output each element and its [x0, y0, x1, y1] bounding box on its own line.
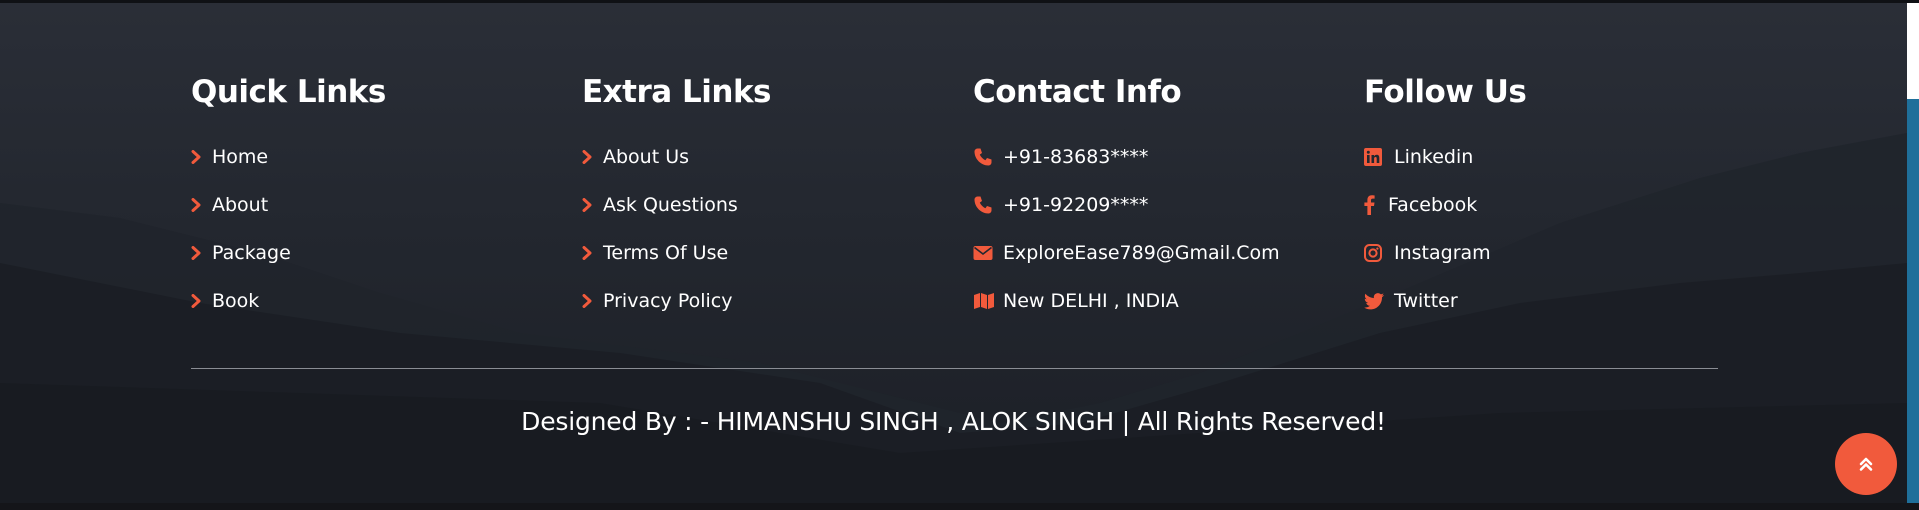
contact-email-label: ExploreEase789@Gmail.Com	[1003, 242, 1280, 264]
social-link-label: Linkedin	[1394, 146, 1474, 168]
chevron-right-icon	[191, 146, 203, 168]
contact-phone-1[interactable]: +91-83683****	[973, 133, 1280, 181]
chevron-right-icon	[191, 290, 203, 312]
chevron-right-icon	[191, 194, 203, 216]
extra-links-heading: Extra Links	[582, 74, 772, 110]
quick-links-column: Quick Links Home About Package Book	[191, 71, 386, 325]
footer-link-label: Privacy Policy	[603, 290, 733, 312]
footer-link-terms-of-use[interactable]: Terms Of Use	[582, 229, 771, 277]
phone-icon	[973, 146, 995, 168]
contact-location[interactable]: New DELHI , INDIA	[973, 277, 1280, 325]
social-link-label: Twitter	[1394, 290, 1458, 312]
double-chevron-up-icon	[1859, 457, 1873, 471]
instagram-icon	[1364, 242, 1386, 264]
contact-phone-label: +91-83683****	[1003, 146, 1149, 168]
footer-link-about[interactable]: About	[191, 181, 386, 229]
follow-us-heading: Follow Us	[1364, 74, 1527, 110]
social-link-label: Instagram	[1394, 242, 1491, 264]
footer-link-label: Ask Questions	[603, 194, 738, 216]
follow-us-list: Linkedin Facebook Instagram Twitter	[1364, 133, 1526, 325]
footer-link-label: About Us	[603, 146, 690, 168]
chevron-right-icon	[582, 194, 594, 216]
contact-phone-2[interactable]: +91-92209****	[973, 181, 1280, 229]
footer-link-about-us[interactable]: About Us	[582, 133, 771, 181]
scroll-to-top-button[interactable]	[1835, 433, 1897, 495]
facebook-icon	[1364, 194, 1378, 216]
footer-link-home[interactable]: Home	[191, 133, 386, 181]
phone-icon	[973, 194, 995, 216]
chevron-right-icon	[191, 242, 203, 264]
scrollbar-thumb[interactable]	[1907, 99, 1919, 503]
quick-links-list: Home About Package Book	[191, 133, 386, 325]
social-link-instagram[interactable]: Instagram	[1364, 229, 1526, 277]
linkedin-icon	[1364, 146, 1386, 168]
social-link-label: Facebook	[1388, 194, 1478, 216]
contact-info-column: Contact Info +91-83683**** +91-92209****…	[973, 71, 1280, 325]
footer-link-package[interactable]: Package	[191, 229, 386, 277]
footer-link-book[interactable]: Book	[191, 277, 386, 325]
footer-link-label: Package	[212, 242, 291, 264]
follow-us-column: Follow Us Linkedin Facebook Instagram Tw…	[1364, 71, 1527, 325]
footer-link-label: Book	[212, 290, 260, 312]
scrollbar-track-top	[1907, 3, 1919, 99]
footer-link-label: Home	[212, 146, 269, 168]
map-icon	[973, 290, 995, 312]
chevron-right-icon	[582, 146, 594, 168]
chevron-right-icon	[582, 242, 594, 264]
footer-link-label: Terms Of Use	[603, 242, 729, 264]
window-bottom-edge	[0, 503, 1919, 510]
footer-link-ask-questions[interactable]: Ask Questions	[582, 181, 771, 229]
contact-location-label: New DELHI , INDIA	[1003, 290, 1179, 312]
footer-link-privacy-policy[interactable]: Privacy Policy	[582, 277, 771, 325]
footer-link-label: About	[212, 194, 269, 216]
contact-email[interactable]: ExploreEase789@Gmail.Com	[973, 229, 1280, 277]
social-link-facebook[interactable]: Facebook	[1364, 181, 1526, 229]
chevron-right-icon	[582, 290, 594, 312]
twitter-icon	[1364, 290, 1386, 312]
footer-divider	[191, 368, 1718, 369]
contact-info-heading: Contact Info	[973, 74, 1182, 110]
footer-credit: Designed By : - HIMANSHU SINGH , ALOK SI…	[521, 407, 1386, 436]
envelope-icon	[973, 242, 995, 264]
page-scrollbar[interactable]	[1907, 3, 1919, 503]
quick-links-heading: Quick Links	[191, 74, 386, 110]
contact-info-list: +91-83683**** +91-92209**** ExploreEase7…	[973, 133, 1280, 325]
extra-links-column: Extra Links About Us Ask Questions Terms…	[582, 71, 772, 325]
contact-phone-label: +91-92209****	[1003, 194, 1149, 216]
social-link-linkedin[interactable]: Linkedin	[1364, 133, 1526, 181]
social-link-twitter[interactable]: Twitter	[1364, 277, 1526, 325]
site-footer: Quick Links Home About Package Book Extr…	[0, 3, 1907, 503]
extra-links-list: About Us Ask Questions Terms Of Use Priv…	[582, 133, 771, 325]
